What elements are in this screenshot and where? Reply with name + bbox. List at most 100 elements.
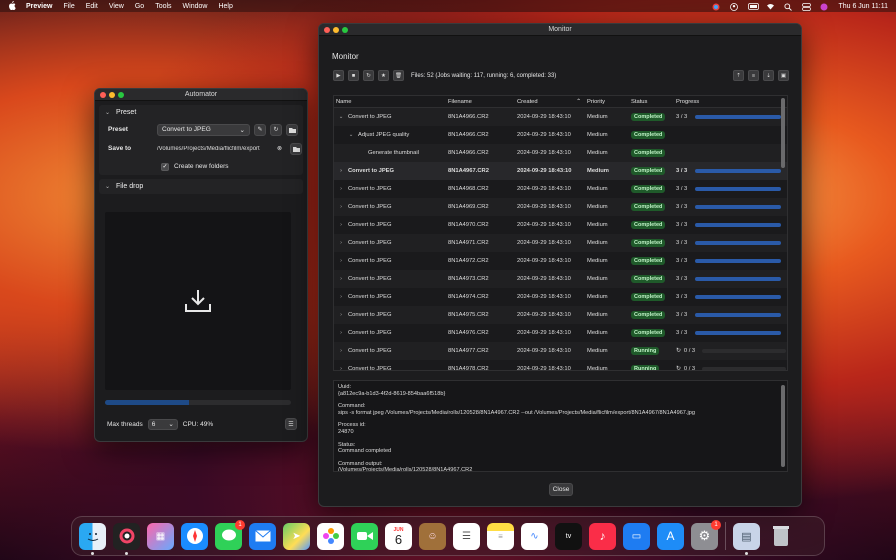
chevron-right-icon[interactable]: › [338,348,344,354]
chevron-right-icon[interactable]: › [338,168,344,174]
table-row[interactable]: › Convert to JPEG 8N1A4969.CR2 2024-09-2… [334,198,787,216]
minimize-window-button[interactable] [333,27,339,33]
clear-path-icon[interactable]: ⊗ [277,145,282,152]
chevron-right-icon[interactable]: › [338,240,344,246]
log-scrollbar[interactable] [781,385,785,467]
table-row[interactable]: › Convert to JPEG 8N1A4974.CR2 2024-09-2… [334,288,787,306]
safari-icon[interactable] [181,522,208,550]
menu-app-name[interactable]: Preview [26,3,52,10]
maps-icon[interactable]: ➤ [283,522,310,550]
zoom-window-button[interactable] [342,27,348,33]
apple-tv-icon[interactable]: tv [555,522,582,550]
color-wheel-icon[interactable] [712,3,721,10]
table-scrollbar[interactable] [781,98,785,168]
table-row[interactable]: › Convert to JPEG 8N1A4968.CR2 2024-09-2… [334,180,787,198]
file-drop-header[interactable]: ⌄ File drop [99,179,303,194]
menu-go[interactable]: Go [135,3,144,10]
menu-file[interactable]: File [63,3,74,10]
column-filename[interactable]: Filename [448,99,517,105]
menu-window[interactable]: Window [183,3,208,10]
chevron-right-icon[interactable]: › [338,330,344,336]
chevron-right-icon[interactable]: › [338,366,344,370]
export-button[interactable]: ▣ [778,70,789,81]
close-window-button[interactable] [324,27,330,33]
chevron-right-icon[interactable]: › [338,186,344,192]
column-progress[interactable]: Progress [676,99,786,105]
table-row[interactable]: › Convert to JPEG 8N1A4977.CR2 2024-09-2… [334,342,787,360]
facetime-icon[interactable] [351,522,378,550]
photos-icon[interactable] [317,522,344,550]
monitor-titlebar[interactable]: Monitor [319,24,801,36]
table-row[interactable]: › Convert to JPEG 8N1A4971.CR2 2024-09-2… [334,234,787,252]
column-priority[interactable]: Priority [587,99,631,105]
system-settings-icon[interactable]: ⚙ 1 [691,519,721,550]
app-store-icon[interactable]: A [657,522,684,550]
menu-clock[interactable]: Thu 6 Jun 11:11 [838,3,888,10]
preview-icon[interactable]: ▤ [733,522,760,555]
retry-button[interactable]: ↻ [363,70,374,81]
apple-menu-icon[interactable] [8,0,18,12]
priority-normal-button[interactable]: ≡ [748,70,759,81]
wifi-icon[interactable] [766,3,775,10]
play-button[interactable]: ▶ [333,70,344,81]
preset-select[interactable]: Convert to JPEG ⌄ [157,123,250,136]
menu-view[interactable]: View [109,3,124,10]
table-row[interactable]: › Convert to JPEG 8N1A4967.CR2 2024-09-2… [334,162,787,180]
priority-down-button[interactable]: ⇣ [763,70,774,81]
reminders-icon[interactable]: ☰ [453,522,480,550]
folder-preset-button[interactable] [286,123,298,136]
delete-button[interactable]: 🗑 [393,70,404,81]
siri-icon[interactable] [820,3,829,10]
table-row[interactable]: › Convert to JPEG 8N1A4978.CR2 2024-09-2… [334,360,787,370]
messages-icon[interactable]: 1 [215,519,245,550]
create-folders-checkbox[interactable]: ✓ [161,162,169,171]
max-threads-select[interactable]: 6 ⌄ [147,418,178,430]
chevron-right-icon[interactable]: › [338,222,344,228]
table-row[interactable]: ⌄ Adjust JPEG quality 8N1A4966.CR2 2024-… [334,126,787,144]
column-created[interactable]: Created ⌃ [517,99,587,105]
table-row[interactable]: › Convert to JPEG 8N1A4975.CR2 2024-09-2… [334,306,787,324]
menu-edit[interactable]: Edit [86,3,98,10]
automator-titlebar[interactable]: Automator [95,89,307,101]
chevron-right-icon[interactable]: › [338,276,344,282]
user-icon[interactable] [730,2,739,11]
favorite-button[interactable]: ★ [378,70,389,81]
keynote-icon[interactable]: ▭ [623,522,650,550]
music-icon[interactable]: ♪ [589,522,616,550]
column-status[interactable]: Status [631,99,676,105]
calendar-icon[interactable]: JUN 6 [385,522,412,550]
zoom-window-button[interactable] [118,92,124,98]
table-row[interactable]: › Convert to JPEG 8N1A4976.CR2 2024-09-2… [334,324,787,342]
control-center-icon[interactable] [802,2,812,11]
chevron-down-icon[interactable]: ⌄ [348,132,354,138]
mail-icon[interactable] [249,522,276,550]
table-row[interactable]: Generate thumbnail 8N1A4966.CR2 2024-09-… [334,144,787,162]
menu-help[interactable]: Help [218,3,232,10]
close-button[interactable]: Close [549,483,573,496]
refresh-preset-button[interactable]: ↻ [270,123,282,136]
table-row[interactable]: › Convert to JPEG 8N1A4970.CR2 2024-09-2… [334,216,787,234]
table-row[interactable]: ⌄ Convert to JPEG 8N1A4966.CR2 2024-09-2… [334,108,787,126]
preset-section-header[interactable]: ⌄ Preset [99,105,303,120]
menu-tools[interactable]: Tools [155,3,171,10]
battery-icon[interactable] [748,2,760,10]
chevron-right-icon[interactable]: › [338,294,344,300]
chevron-down-icon[interactable]: ⌄ [338,114,344,120]
chevron-right-icon[interactable]: › [338,204,344,210]
priority-up-button[interactable]: ⇡ [733,70,744,81]
freeform-icon[interactable]: ∿ [521,522,548,550]
search-icon[interactable] [784,2,793,11]
launchpad-icon[interactable]: ▦ [147,522,174,550]
trash-icon[interactable] [767,523,794,550]
table-row[interactable]: › Convert to JPEG 8N1A4973.CR2 2024-09-2… [334,270,787,288]
table-row[interactable]: › Convert to JPEG 8N1A4972.CR2 2024-09-2… [334,252,787,270]
chevron-right-icon[interactable]: › [338,258,344,264]
chevron-right-icon[interactable]: › [338,312,344,318]
choose-folder-button[interactable] [290,142,303,155]
edit-preset-button[interactable]: ✎ [254,123,266,136]
list-button[interactable]: ☰ [285,418,297,430]
notes-icon[interactable]: ≡ [487,522,514,550]
stop-button[interactable]: ■ [348,70,359,81]
finder-icon[interactable] [79,522,106,555]
minimize-window-button[interactable] [109,92,115,98]
